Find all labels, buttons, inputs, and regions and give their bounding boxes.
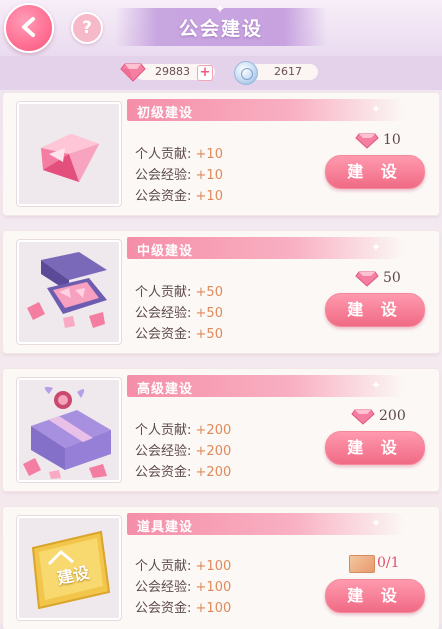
card-advanced-build: 高级建设 ✦ 个人贡献: +200 公会经验: +200 公会资金: +200 …: [3, 369, 439, 491]
card-thumbnail: [17, 102, 121, 206]
card-thumbnail: [17, 240, 121, 344]
build-button[interactable]: 建 设: [325, 431, 425, 465]
stat-label: 个人贡献:: [135, 559, 192, 574]
gem-balance: 29883 +: [135, 64, 215, 81]
help-button[interactable]: ?: [71, 12, 103, 44]
build-button[interactable]: 建 设: [325, 155, 425, 189]
stat-label: 公会资金:: [135, 465, 192, 480]
stat-experience: 公会经验: +50: [135, 302, 223, 321]
sparkle-icon: ✦: [370, 516, 381, 530]
stat-value: +10: [195, 147, 223, 162]
cost-amount: 10: [383, 132, 401, 148]
ticket-icon: [349, 555, 375, 573]
stat-label: 个人贡献:: [135, 147, 192, 162]
stat-experience: 公会经验: +200: [135, 440, 231, 459]
build-button[interactable]: 建 设: [325, 579, 425, 613]
stat-label: 公会经验:: [135, 444, 192, 459]
stat-contribution: 个人贡献: +10: [135, 143, 223, 162]
stat-value: +200: [195, 444, 232, 459]
item-count: 0/1: [377, 555, 400, 571]
gift-box-icon: [23, 386, 111, 479]
card-title: 中级建设: [137, 244, 194, 259]
sparkle-icon: ✦: [370, 102, 381, 116]
gem-count: 29883: [155, 65, 190, 78]
stat-contribution: 个人贡献: +200: [135, 419, 231, 438]
stat-value: +50: [195, 327, 223, 342]
stat-label: 公会资金:: [135, 601, 192, 616]
stat-label: 公会资金:: [135, 189, 192, 204]
card-title: 初级建设: [137, 106, 194, 121]
cost-amount: 50: [383, 270, 401, 286]
title-ribbon: ✦ 公会建设: [115, 2, 327, 46]
stat-value: +200: [195, 465, 232, 480]
coin-balance: 2617: [248, 64, 318, 80]
stat-value: +50: [195, 285, 223, 300]
build-button[interactable]: 建 设: [325, 293, 425, 327]
currency-bar: 29883 + 2617: [0, 56, 442, 90]
silver-coin-icon: [234, 61, 258, 85]
sparkle-icon: ✦: [370, 240, 381, 254]
pink-gem-icon: [355, 133, 379, 149]
stat-label: 个人贡献:: [135, 423, 192, 438]
page-title: 公会建设: [178, 18, 263, 40]
stat-contribution: 个人贡献: +50: [135, 281, 223, 300]
add-gems-button[interactable]: +: [197, 65, 213, 81]
stat-value: +10: [195, 189, 223, 204]
stat-value: +50: [195, 306, 223, 321]
stat-label: 公会经验:: [135, 168, 192, 183]
card-title-ribbon: 初级建设 ✦: [127, 99, 405, 121]
card-thumbnail: [17, 378, 121, 482]
stat-label: 公会资金:: [135, 327, 192, 342]
stat-funds: 公会资金: +100: [135, 597, 231, 616]
pink-gem-icon: [351, 409, 375, 425]
stat-value: +200: [195, 423, 232, 438]
card-title-ribbon: 道具建设 ✦: [127, 513, 405, 535]
card-thumbnail: 建设: [17, 516, 121, 620]
card-title-ribbon: 高级建设 ✦: [127, 375, 405, 397]
stat-value: +100: [195, 601, 232, 616]
back-button[interactable]: [4, 3, 54, 53]
stat-label: 公会经验:: [135, 580, 192, 595]
stat-experience: 公会经验: +100: [135, 576, 231, 595]
gem-box-icon: [27, 252, 107, 328]
stat-value: +10: [195, 168, 223, 183]
pink-gem-icon: [41, 134, 99, 182]
header-bar: ? ✦ 公会建设: [0, 0, 442, 56]
stat-label: 个人贡献:: [135, 285, 192, 300]
card-item-build: 建设 道具建设 ✦ 个人贡献: +100 公会经验: +100 公会资金: +1…: [3, 507, 439, 629]
stat-label: 公会经验:: [135, 306, 192, 321]
stat-funds: 公会资金: +50: [135, 323, 223, 342]
pink-gem-icon: [120, 63, 146, 82]
card-basic-build: 初级建设 ✦ 个人贡献: +10 公会经验: +10 公会资金: +10 10 …: [3, 93, 439, 215]
card-title: 高级建设: [137, 382, 194, 397]
pink-gem-icon: [355, 271, 379, 287]
stat-contribution: 个人贡献: +100: [135, 555, 231, 574]
stat-experience: 公会经验: +10: [135, 164, 223, 183]
cost-amount: 200: [379, 408, 406, 424]
stat-funds: 公会资金: +200: [135, 461, 231, 480]
sparkle-icon: ✦: [370, 378, 381, 392]
card-title: 道具建设: [137, 520, 194, 535]
stat-value: +100: [195, 580, 232, 595]
coin-count: 2617: [274, 65, 302, 78]
chevron-left-icon: [22, 17, 35, 37]
card-intermediate-build: 中级建设 ✦ 个人贡献: +50 公会经验: +50 公会资金: +50 50 …: [3, 231, 439, 353]
stat-value: +100: [195, 559, 232, 574]
card-title-ribbon: 中级建设 ✦: [127, 237, 405, 259]
stat-funds: 公会资金: +10: [135, 185, 223, 204]
